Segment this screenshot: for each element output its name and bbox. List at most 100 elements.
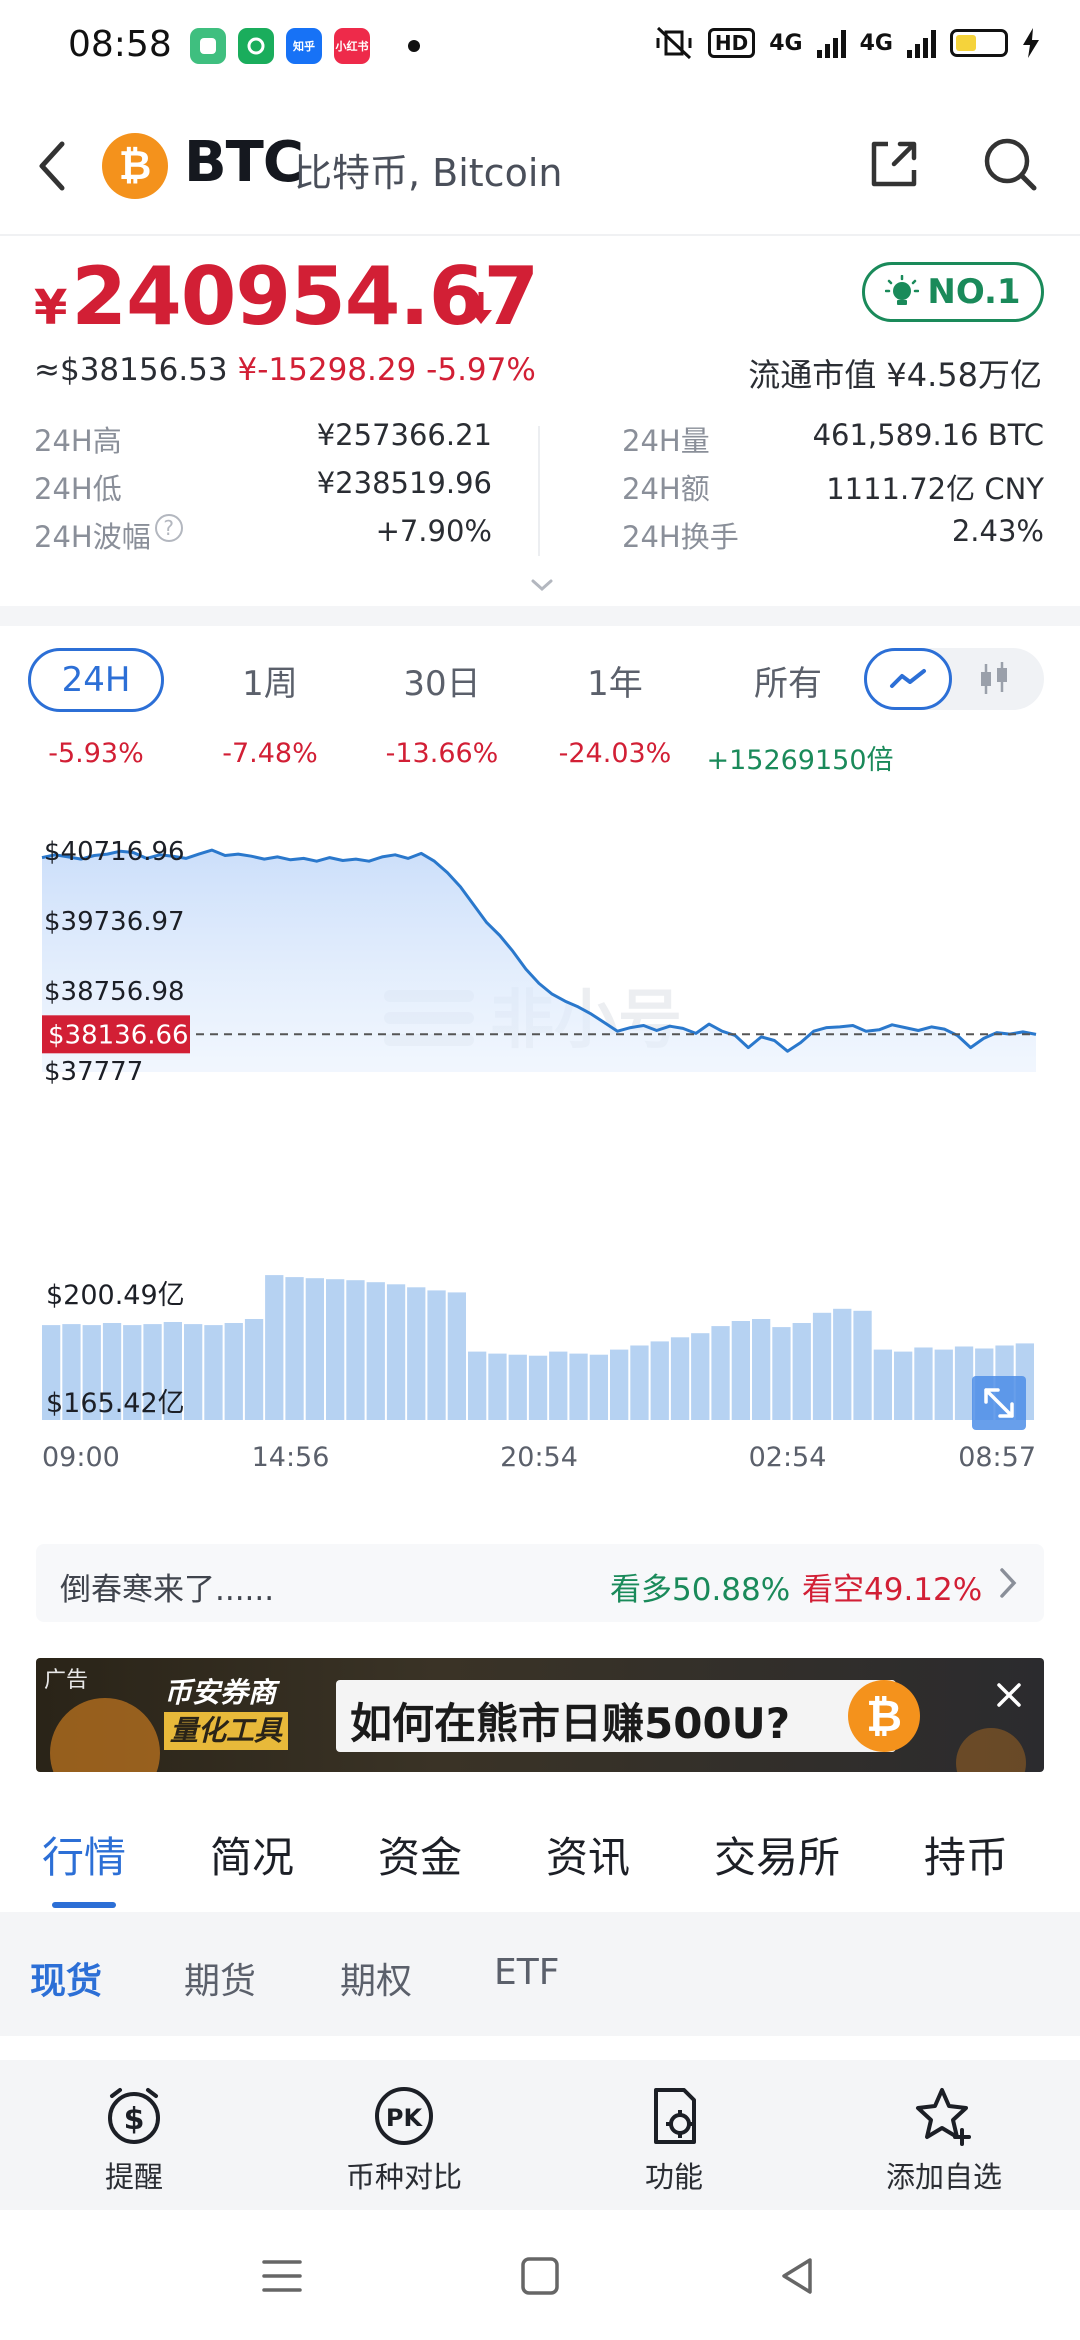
candlestick-icon[interactable] — [974, 660, 1014, 698]
btc-logo-icon: ₿ — [102, 133, 168, 199]
volume-tick-label: $200.49亿 — [46, 1280, 185, 1311]
subtab-options[interactable]: 期权 — [340, 1952, 412, 2004]
range-tab-all[interactable]: 所有 — [728, 648, 848, 712]
compare-button[interactable]: PK 币种对比 — [304, 2084, 504, 2196]
range-changes: -5.93% -7.48% -13.66% -24.03% +15269150倍 — [0, 738, 1080, 776]
price-tick-label: $38756.98 — [44, 977, 185, 1007]
section-separator — [0, 606, 1080, 626]
volume-bar — [650, 1341, 669, 1420]
battery-icon — [950, 29, 1008, 57]
functions-button[interactable]: 功能 — [574, 2084, 774, 2196]
chevron-right-icon — [1000, 1568, 1017, 1598]
tab-market[interactable]: 行情 — [42, 1824, 126, 1885]
tab-overview[interactable]: 简况 — [210, 1824, 294, 1885]
share-icon[interactable] — [864, 134, 924, 194]
time-tick-label: 20:54 — [500, 1442, 578, 1473]
sub-tabs: 现货 期货 期权 ETF — [0, 1912, 1080, 2036]
stat-label: 24H低 — [34, 472, 122, 506]
close-icon[interactable] — [994, 1680, 1024, 1710]
add-watchlist-button[interactable]: 添加自选 — [844, 2084, 1044, 2196]
volume-bar — [305, 1278, 324, 1420]
stat-value: ¥257366.21 — [316, 418, 492, 452]
volume-bar — [752, 1319, 771, 1420]
stat-value: ¥238519.96 — [316, 466, 492, 500]
volume-bar — [691, 1333, 710, 1420]
subtab-spot[interactable]: 现货 — [30, 1952, 102, 2004]
alert-label: 提醒 — [104, 2160, 163, 2194]
stat-24h-amplitude: 24H波幅 ? — [34, 514, 183, 558]
tab-exchanges[interactable]: 交易所 — [714, 1824, 840, 1885]
tab-funds[interactable]: 资金 — [378, 1824, 462, 1885]
volume-bar — [184, 1324, 203, 1420]
volume-bar — [427, 1290, 446, 1420]
volume-bar — [670, 1337, 690, 1420]
search-icon[interactable] — [980, 134, 1040, 194]
stat-label: 24H高 — [34, 424, 122, 458]
stat-24h-volume: 24H量 — [622, 418, 710, 462]
back-arrow-icon[interactable] — [30, 136, 80, 196]
volume-bar — [731, 1321, 750, 1420]
ad-brand-line1: 币安券商 — [164, 1676, 277, 1709]
line-chart-toggle[interactable] — [864, 648, 952, 710]
range-change-24h: -5.93% — [48, 738, 144, 769]
home-icon[interactable] — [518, 2254, 562, 2298]
ad-brand: 币安券商 量化工具 — [164, 1674, 289, 1750]
sentiment-bar[interactable]: 倒春寒来了...... 看多50.88% 看空49.12% — [36, 1544, 1044, 1622]
tab-news[interactable]: 资讯 — [546, 1824, 630, 1885]
time-tick-label: 08:57 — [958, 1442, 1036, 1473]
volume-bar — [265, 1275, 284, 1420]
volume-bar — [610, 1349, 629, 1420]
range-tab-1w[interactable]: 1周 — [210, 648, 330, 712]
ad-headline-box: 如何在熊市日赚500U? — [336, 1680, 896, 1752]
volume-bar — [954, 1346, 974, 1420]
stat-label: 24H额 — [622, 472, 710, 506]
subtab-etf[interactable]: ETF — [494, 1952, 559, 1993]
stat-24h-high: 24H高 — [34, 418, 122, 462]
fullscreen-icon[interactable] — [972, 1376, 1026, 1430]
back-nav-icon[interactable] — [776, 2254, 820, 2298]
stats-divider — [538, 426, 540, 556]
hd-voice-icon: HD — [707, 28, 756, 58]
network-type-2: 4G — [859, 30, 893, 56]
volume-bar — [914, 1347, 933, 1420]
ad-brand-line2: 量化工具 — [164, 1712, 289, 1750]
price-chart[interactable]: 非小号 $40716.96$39736.97$38756.98$37777 $3… — [0, 820, 1080, 1480]
range-tab-1y[interactable]: 1年 — [555, 648, 675, 712]
alarm-dollar-icon: $ — [108, 2088, 160, 2144]
chevron-down-icon[interactable] — [530, 576, 554, 594]
stat-value: +7.90% — [375, 514, 492, 548]
volume-bar — [407, 1287, 426, 1420]
range-tab-24h[interactable]: 24H — [28, 648, 164, 712]
add-watchlist-label: 添加自选 — [885, 2160, 1002, 2194]
menu-icon[interactable] — [260, 2254, 304, 2298]
stats-grid: 24H高 ¥257366.21 24H低 ¥238519.96 24H波幅 ? … — [34, 418, 1046, 568]
subtab-futures[interactable]: 期货 — [184, 1952, 256, 2004]
app-green-icon — [190, 28, 226, 64]
ad-banner[interactable]: 广告 币安券商 量化工具 如何在熊市日赚500U? ₿ — [36, 1658, 1044, 1772]
volume-bar — [366, 1282, 385, 1420]
volume-bar — [934, 1349, 953, 1420]
star-add-icon — [916, 2088, 971, 2146]
current-price-tag: $38136.66 — [42, 1015, 190, 1054]
volume-bar — [346, 1280, 365, 1420]
sentiment-bearish: 看空49.12% — [802, 1572, 983, 1608]
volume-bar — [812, 1312, 832, 1420]
price-area — [42, 850, 1036, 1072]
help-icon[interactable]: ? — [154, 514, 183, 542]
compare-label: 币种对比 — [345, 2160, 462, 2194]
range-change-1y: -24.03% — [558, 738, 672, 769]
charging-icon — [1023, 28, 1039, 58]
alert-button[interactable]: $ 提醒 — [34, 2084, 234, 2196]
chart-type-toggle — [864, 648, 1044, 710]
range-tab-30d[interactable]: 30日 — [382, 648, 502, 712]
rank-badge[interactable]: NO.1 — [862, 262, 1044, 322]
volume-bar — [772, 1327, 791, 1420]
volume-bar — [792, 1323, 811, 1420]
volume-bar — [508, 1354, 527, 1420]
stat-value: 1111.72亿 CNY — [826, 472, 1044, 506]
tab-holders[interactable]: 持币 — [924, 1824, 1008, 1885]
time-tick-label: 09:00 — [42, 1442, 120, 1473]
volume-bar — [833, 1308, 852, 1420]
signal-2-icon — [907, 28, 936, 58]
volume-bar — [589, 1354, 608, 1420]
